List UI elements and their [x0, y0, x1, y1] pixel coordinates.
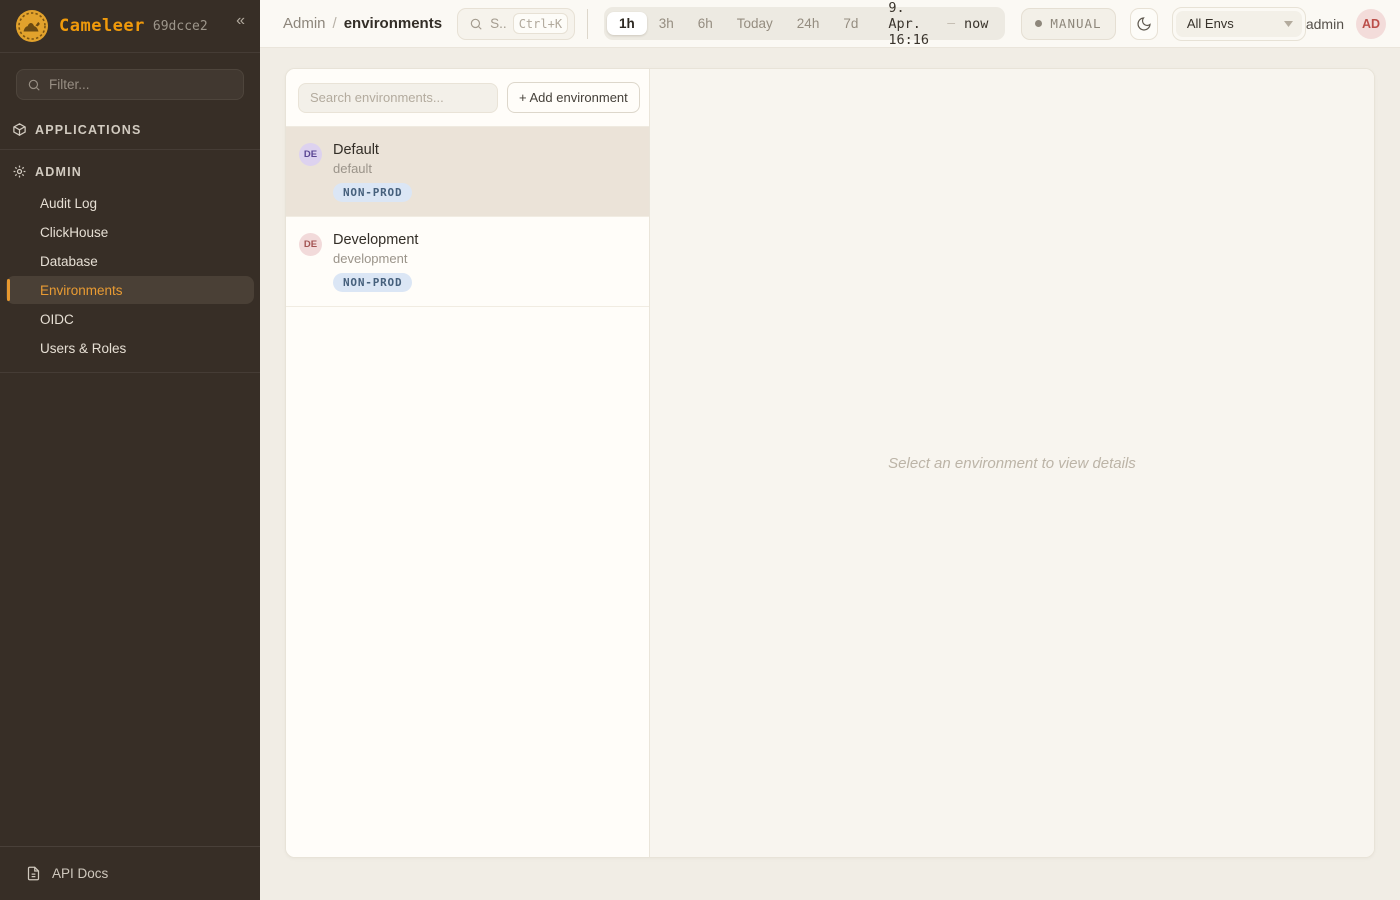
moon-icon [1136, 16, 1152, 32]
sidebar-item-label: Audit Log [40, 196, 97, 211]
global-search-placeholder: S... [490, 16, 506, 31]
env-filter-select[interactable]: All Envs [1176, 11, 1302, 37]
sidebar-item-label: Environments [40, 283, 123, 298]
search-icon [469, 17, 483, 31]
time-range-1h[interactable]: 1h [607, 12, 647, 35]
sidebar-item-users-roles[interactable]: Users & Roles [6, 334, 254, 362]
time-from: 9. Apr. 16:16 [888, 0, 938, 48]
environment-name: Default [333, 142, 412, 158]
environment-slug: development [333, 251, 418, 266]
sidebar-item-environments[interactable]: Environments [6, 276, 254, 304]
environment-info: Development development NON-PROD [333, 232, 418, 292]
time-range-control: 1h 3h 6h Today 24h 7d 9. Apr. 16:16 — no… [604, 7, 1005, 40]
search-icon [27, 78, 41, 92]
sidebar-filter-input[interactable] [49, 77, 233, 92]
environment-info: Default default NON-PROD [333, 142, 412, 202]
add-environment-button[interactable]: + Add environment [507, 82, 640, 113]
sidebar-item-oidc[interactable]: OIDC [6, 305, 254, 333]
document-icon [26, 866, 41, 881]
topbar: Admin / environments S... Ctrl+K 1h 3h 6… [260, 0, 1400, 48]
time-range-3h[interactable]: 3h [647, 12, 686, 35]
environment-badge: NON-PROD [333, 273, 412, 292]
env-filter-value: All Envs [1187, 16, 1234, 31]
environment-slug: default [333, 161, 412, 176]
section-label: ADMIN [35, 165, 82, 179]
sidebar: Cameleer 69dcce2 « APPLICATIONS ADMIN Au… [0, 0, 260, 900]
environment-avatar: DE [299, 233, 322, 256]
time-range-display[interactable]: 9. Apr. 16:16 — now [870, 0, 1002, 48]
keyboard-shortcut-badge: Ctrl+K [513, 13, 568, 34]
time-range-6h[interactable]: 6h [686, 12, 725, 35]
environment-row-development[interactable]: DE Development development NON-PROD [286, 217, 649, 307]
divider [0, 149, 260, 150]
gear-icon [12, 164, 27, 179]
username-label: admin [1306, 16, 1344, 32]
sidebar-collapse-icon[interactable]: « [231, 10, 250, 32]
sidebar-item-clickhouse[interactable]: ClickHouse [6, 218, 254, 246]
time-to: now [964, 16, 988, 32]
sidebar-item-label: OIDC [40, 312, 74, 327]
sidebar-item-database[interactable]: Database [6, 247, 254, 275]
environment-badge: NON-PROD [333, 183, 412, 202]
environments-list-panel: + Add environment DE Default default NON… [286, 69, 650, 857]
sidebar-item-audit-log[interactable]: Audit Log [6, 189, 254, 217]
brand-name: Cameleer [59, 16, 145, 36]
sidebar-item-label: Database [40, 254, 98, 269]
environment-row-default[interactable]: DE Default default NON-PROD [286, 127, 649, 217]
time-range-today[interactable]: Today [725, 12, 785, 35]
status-dot-icon [1035, 20, 1042, 27]
refresh-mode-button[interactable]: MANUAL [1021, 8, 1115, 40]
sidebar-filter[interactable] [16, 69, 244, 100]
breadcrumb-separator: / [333, 15, 337, 32]
section-header-admin[interactable]: ADMIN [0, 154, 260, 187]
breadcrumb-parent[interactable]: Admin [283, 15, 326, 32]
environment-name: Development [333, 232, 418, 248]
divider [587, 9, 588, 39]
empty-state-message: Select an environment to view details [888, 455, 1136, 472]
sidebar-item-label: Users & Roles [40, 341, 126, 356]
topbar-right: admin AD [1306, 9, 1388, 39]
admin-nav: Audit Log ClickHouse Database Environmen… [0, 187, 260, 368]
brand-logo-icon [16, 10, 48, 42]
list-header: + Add environment [286, 69, 649, 127]
environment-detail-panel: Select an environment to view details [650, 69, 1374, 857]
section-label: APPLICATIONS [35, 123, 142, 137]
breadcrumb: Admin / environments [283, 15, 442, 32]
environments-search-input[interactable] [298, 83, 498, 113]
breadcrumb-current: environments [344, 15, 442, 32]
environments-card: + Add environment DE Default default NON… [285, 68, 1375, 858]
theme-toggle-button[interactable] [1130, 8, 1158, 40]
environment-avatar: DE [299, 143, 322, 166]
sidebar-header: Cameleer 69dcce2 « [0, 0, 260, 53]
env-filter-wrap: All Envs [1172, 7, 1306, 41]
section-header-applications[interactable]: APPLICATIONS [0, 112, 260, 145]
divider [0, 372, 260, 373]
user-avatar[interactable]: AD [1356, 9, 1386, 39]
sidebar-filter-wrap [0, 53, 260, 112]
refresh-mode-label: MANUAL [1050, 16, 1101, 31]
chevron-down-icon [1284, 21, 1293, 27]
time-range-7d[interactable]: 7d [831, 12, 870, 35]
api-docs-label: API Docs [52, 866, 108, 881]
package-icon [12, 122, 27, 137]
sidebar-spacer [0, 377, 260, 846]
global-search[interactable]: S... Ctrl+K [457, 8, 575, 40]
sidebar-item-label: ClickHouse [40, 225, 108, 240]
api-docs-link[interactable]: API Docs [0, 846, 260, 900]
time-separator: — [947, 16, 955, 31]
brand-build: 69dcce2 [153, 19, 208, 34]
time-range-24h[interactable]: 24h [785, 12, 832, 35]
